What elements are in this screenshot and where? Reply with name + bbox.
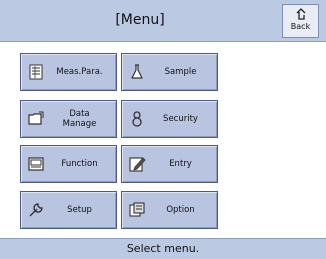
wrench-icon [27, 201, 45, 219]
status-bar: Select menu. [0, 238, 326, 259]
option-button[interactable]: Option [121, 191, 218, 229]
setup-label: Setup [67, 205, 92, 215]
page-title: [Menu] [115, 12, 165, 28]
function-icon [27, 155, 45, 173]
back-label: Back [290, 22, 311, 31]
meas-para-label: Meas.Para. [56, 67, 103, 77]
sample-label: Sample [164, 67, 197, 77]
return-arrow-icon [283, 8, 318, 21]
sample-button[interactable]: Sample [121, 53, 218, 91]
setup-button[interactable]: Setup [20, 191, 117, 229]
data-manage-label: Data Manage [62, 109, 97, 129]
folder-icon [27, 110, 45, 128]
back-button[interactable]: Back [282, 4, 319, 38]
option-label: Option [166, 205, 195, 215]
security-label: Security [163, 114, 198, 124]
flask-icon [128, 63, 146, 81]
function-label: Function [61, 159, 98, 169]
meas-para-button[interactable]: Meas.Para. [20, 53, 117, 91]
status-text: Select menu. [126, 242, 200, 255]
function-button[interactable]: Function [20, 145, 117, 183]
person-icon [128, 110, 146, 128]
security-button[interactable]: Security [121, 100, 218, 138]
edit-icon [128, 155, 146, 173]
entry-button[interactable]: Entry [121, 145, 218, 183]
entry-label: Entry [169, 159, 192, 169]
option-icon [128, 201, 146, 219]
measurement-parameters-icon [27, 63, 45, 81]
header-bar: [Menu] Back [0, 0, 326, 42]
data-manage-button[interactable]: Data Manage [20, 100, 117, 138]
